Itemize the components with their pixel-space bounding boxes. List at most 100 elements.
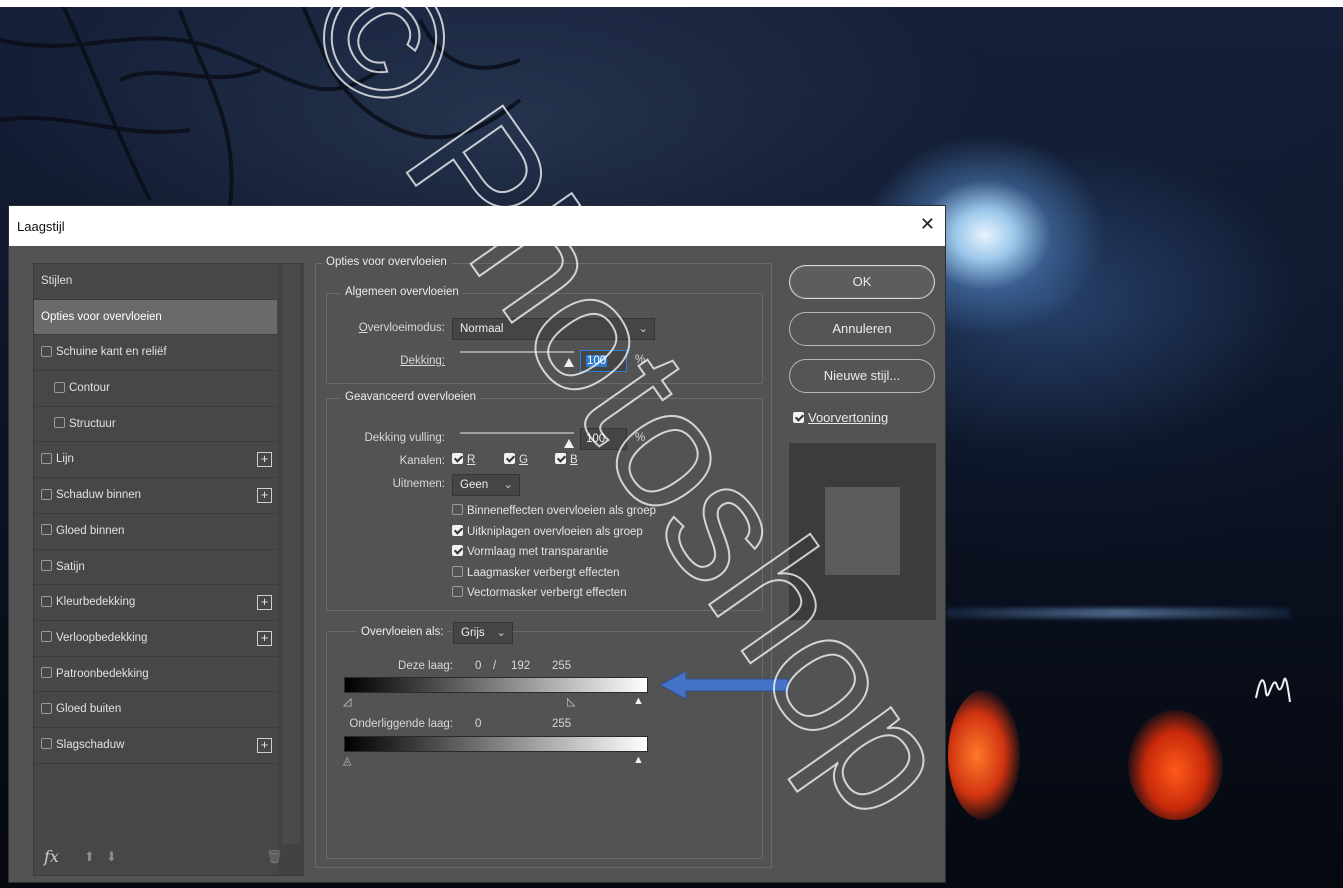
style-item-checkbox[interactable]	[41, 738, 52, 750]
this-layer-gradient[interactable]	[344, 677, 648, 693]
close-icon[interactable]: ✕	[920, 214, 935, 235]
fx-icon[interactable]: fx	[44, 847, 59, 866]
ok-button[interactable]: OK	[789, 265, 935, 299]
this-layer-split-slider[interactable]: ◺	[567, 695, 575, 708]
style-item-checkbox[interactable]	[41, 559, 52, 571]
style-item-lijn[interactable]: Lijn +	[34, 442, 277, 479]
trash-icon[interactable]: 🗑	[266, 849, 283, 865]
style-item-label: Satijn	[56, 560, 85, 573]
style-item-label: Verloopbedekking	[56, 631, 148, 644]
dialog-titlebar: Laagstijl ✕	[9, 206, 945, 246]
style-item-checkbox[interactable]	[41, 631, 52, 643]
advanced-option-checkbox[interactable]: Laagmasker verbergt effecten	[452, 565, 620, 579]
add-style-icon[interactable]: +	[257, 630, 272, 646]
styles-scrollbar[interactable]	[278, 264, 304, 875]
style-item-label: Schuine kant en reliëf	[56, 346, 167, 359]
this-layer-separator: /	[493, 660, 497, 672]
add-style-icon[interactable]: +	[257, 452, 272, 468]
style-preview-swatch	[825, 487, 900, 575]
underlying-gradient[interactable]	[344, 736, 648, 752]
style-item-checkbox[interactable]	[41, 667, 52, 679]
style-item-checkbox[interactable]	[41, 488, 52, 500]
style-item-schaduw-binnen[interactable]: Schaduw binnen +	[34, 478, 277, 514]
this-layer-label: Deze laag:	[398, 660, 453, 672]
fill-opacity-percent: %	[635, 432, 646, 444]
channel-b-checkbox[interactable]: B	[555, 453, 578, 466]
style-item-checkbox[interactable]	[41, 595, 52, 607]
style-item-checkbox[interactable]	[41, 452, 52, 464]
tree-silhouette	[0, 0, 522, 206]
style-item-checkbox[interactable]	[54, 381, 65, 393]
dialog-title: Laagstijl	[17, 219, 65, 234]
style-item-label: Stijlen	[41, 275, 73, 287]
underlying-high-value: 255	[552, 718, 572, 730]
style-item-checkbox[interactable]	[41, 345, 52, 357]
style-item-label: Patroonbedekking	[56, 667, 149, 680]
style-item-label: Gloed binnen	[56, 524, 125, 537]
blending-options-panel: Opties voor overvloeien Algemeen overvlo…	[315, 256, 772, 868]
move-down-icon[interactable]: ⬇	[106, 849, 117, 865]
layer-style-dialog: Laagstijl ✕ Stijlen Opties voor overvloei…	[8, 205, 946, 883]
new-style-button[interactable]: Nieuwe stijl...	[789, 359, 935, 393]
style-item-satijn[interactable]: Satijn	[34, 550, 277, 586]
underlying-layer-label: Onderliggende laag:	[349, 718, 453, 730]
water-reflection	[945, 608, 1290, 618]
underlying-low-value: 0	[475, 718, 482, 730]
knockout-label: Uitnemen:	[392, 478, 445, 490]
channel-g-checkbox[interactable]: G	[504, 453, 528, 466]
advanced-option-checkbox[interactable]: Binneneffecten overvloeien als groep	[452, 504, 656, 517]
advanced-blending-group: Geavanceerd overvloeien Dekking vulling:…	[326, 391, 763, 611]
opacity-label: Dekking:	[400, 355, 445, 367]
channels-label: Kanalen:	[399, 455, 445, 467]
advanced-option-checkbox[interactable]: Vectormasker verbergt effecten	[452, 586, 627, 599]
style-item-label: Contour	[69, 382, 110, 395]
style-item-gloed-binnen[interactable]: Gloed binnen	[34, 514, 277, 550]
style-item-kleurbedekking[interactable]: Kleurbedekking +	[34, 585, 277, 621]
opacity-input[interactable]: 100	[580, 350, 627, 372]
style-preview	[789, 443, 936, 620]
move-up-icon[interactable]: ⬆	[84, 849, 95, 865]
style-item-structuur[interactable]: Structuur	[34, 407, 277, 443]
style-item-patroonbedekking[interactable]: Patroonbedekking	[34, 657, 277, 693]
underlying-black-slider[interactable]: ◬	[343, 754, 351, 767]
channel-r-checkbox[interactable]: R	[452, 453, 475, 466]
blend-mode-select[interactable]: Normaal ⌄	[452, 318, 655, 340]
style-item-opties-voor-overvloeien[interactable]: Opties voor overvloeien	[34, 299, 277, 336]
style-item-stijlen[interactable]: Stijlen	[34, 264, 277, 300]
general-blending-group: Algemeen overvloeien Overvloeimodus: Nor…	[326, 286, 763, 384]
style-item-checkbox[interactable]	[41, 524, 52, 536]
add-style-icon[interactable]: +	[257, 488, 272, 504]
style-item-gloed-buiten[interactable]: Gloed buiten	[34, 692, 277, 728]
knockout-select[interactable]: Geen ⌄	[452, 474, 520, 496]
general-blending-title: Algemeen overvloeien	[341, 286, 463, 298]
styles-panel: Stijlen Opties voor overvloeien Schuine ka…	[33, 263, 304, 876]
blending-options-title: Opties voor overvloeien	[322, 256, 451, 268]
blend-if-select[interactable]: Grijs ⌄	[453, 622, 513, 644]
advanced-option-checkbox[interactable]: Uitkniplagen overvloeien als groep	[452, 524, 643, 538]
add-style-icon[interactable]: +	[257, 595, 272, 611]
fill-opacity-slider-track[interactable]	[460, 432, 574, 434]
scrollbar-thumb[interactable]	[282, 264, 300, 844]
style-item-checkbox[interactable]	[41, 702, 52, 714]
this-layer-black-slider[interactable]: ◿	[343, 695, 351, 708]
add-style-icon[interactable]: +	[257, 737, 272, 753]
this-layer-white-slider[interactable]: ▲	[633, 695, 644, 707]
style-item-verloopbedekking[interactable]: Verloopbedekking +	[34, 621, 277, 657]
advanced-option-checkbox[interactable]: Vormlaag met transparantie	[452, 545, 608, 558]
style-item-contour[interactable]: Contour	[34, 371, 277, 407]
style-item-checkbox[interactable]	[54, 417, 65, 429]
opacity-slider-track[interactable]	[460, 351, 574, 353]
cancel-button[interactable]: Annuleren	[789, 312, 935, 346]
preview-checkbox[interactable]: Voorvertoning	[793, 410, 888, 425]
fill-opacity-slider-handle[interactable]	[564, 439, 574, 448]
style-item-schuine-kant-en-reli-f[interactable]: Schuine kant en reliëf	[34, 335, 277, 372]
signature-mark	[1255, 677, 1291, 703]
this-layer-high-value: 255	[552, 660, 572, 672]
opacity-slider-handle[interactable]	[564, 358, 574, 367]
underlying-white-slider[interactable]: ▲	[633, 754, 644, 766]
blend-if-label: Overvloeien als:	[357, 626, 448, 638]
annotation-arrow	[660, 670, 789, 700]
fill-opacity-input[interactable]: 100	[580, 428, 627, 450]
style-item-label: Kleurbedekking	[56, 596, 136, 609]
style-item-slagschaduw[interactable]: Slagschaduw +	[34, 728, 277, 764]
